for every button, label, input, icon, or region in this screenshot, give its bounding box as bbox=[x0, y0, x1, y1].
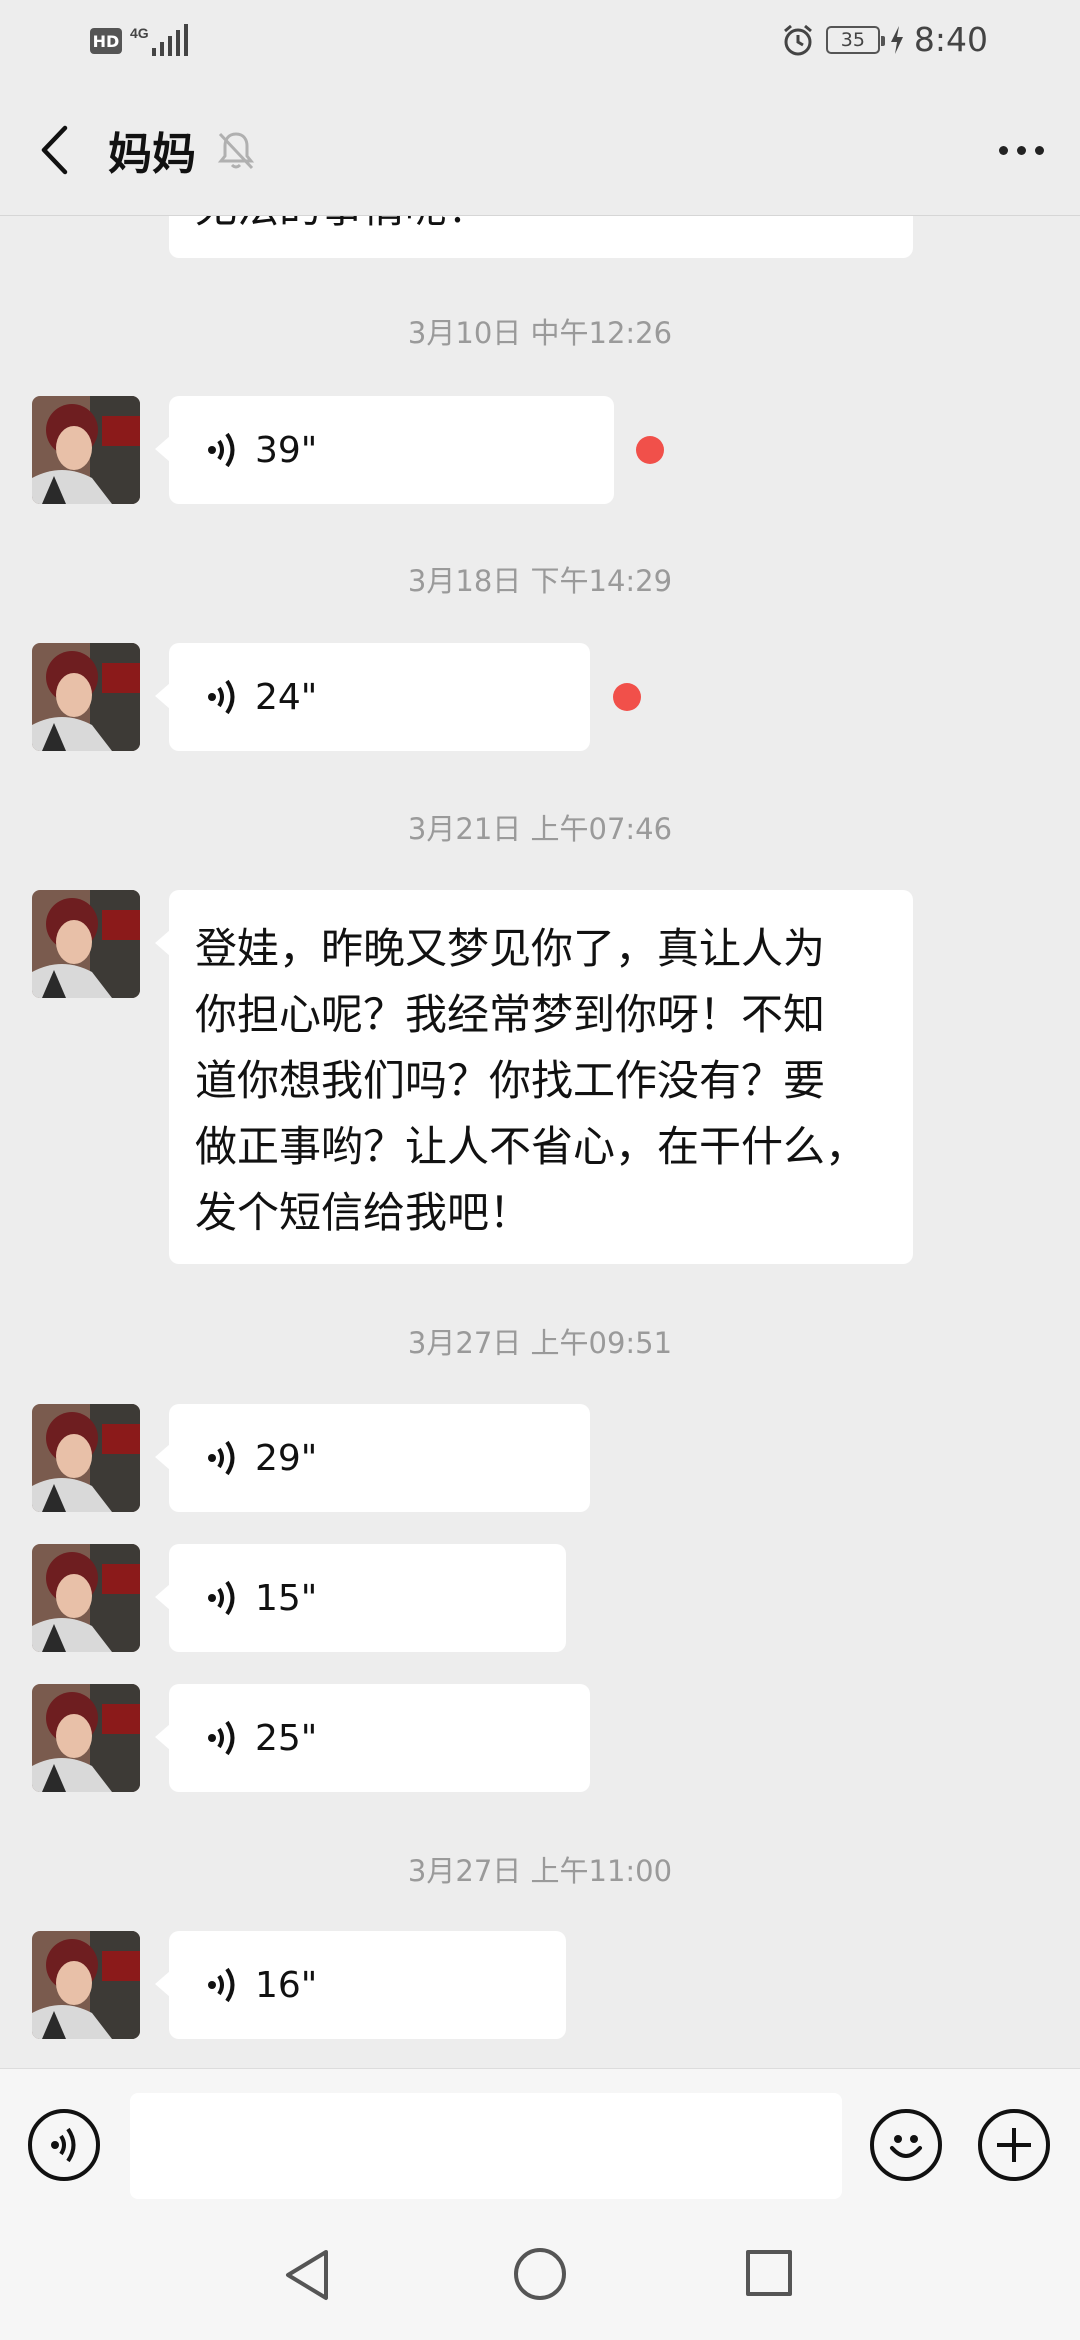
status-left: HD 4G bbox=[90, 24, 192, 58]
timestamp: 3月21日 上午07:46 bbox=[407, 812, 673, 846]
nav-recents-icon[interactable] bbox=[746, 2250, 792, 2296]
voice-message-bubble[interactable]: 15" bbox=[155, 1544, 566, 1652]
voice-message-bubble[interactable]: 39" bbox=[155, 396, 614, 504]
timestamp: 3月27日 上午09:51 bbox=[407, 1326, 673, 1360]
emoji-button[interactable] bbox=[870, 2109, 942, 2181]
avatar-photo bbox=[32, 643, 140, 751]
message-line: 发个短信给我吧！ bbox=[195, 1188, 532, 1237]
emoji-icon bbox=[890, 2135, 922, 2158]
voice-duration: 29" bbox=[255, 1437, 318, 1479]
voice-duration: 15" bbox=[255, 1577, 318, 1619]
more-options-button[interactable] bbox=[986, 124, 1056, 176]
system-nav-bar bbox=[0, 2204, 1080, 2340]
avatar-photo bbox=[32, 1931, 140, 2039]
voice-duration: 39" bbox=[255, 429, 318, 471]
voice-wave-icon bbox=[208, 1720, 235, 1756]
chat-header: 妈妈 bbox=[0, 84, 1080, 216]
avatar[interactable] bbox=[32, 1404, 140, 1512]
voice-duration: 24" bbox=[255, 676, 318, 718]
clock-time: 8:40 bbox=[913, 20, 988, 59]
avatar-photo bbox=[32, 1544, 140, 1652]
message-input[interactable] bbox=[130, 2093, 842, 2199]
message-line: 道你想我们吗？你找工作没有？要 bbox=[195, 1056, 826, 1105]
page-title: 妈妈 bbox=[108, 129, 196, 180]
voice-wave-icon bbox=[208, 1967, 235, 2003]
voice-wave-icon bbox=[208, 432, 235, 468]
voice-message-bubble[interactable]: 24" bbox=[155, 643, 590, 751]
unread-dot bbox=[636, 436, 664, 464]
chevron-left-icon bbox=[41, 125, 68, 175]
more-functions-button[interactable] bbox=[978, 2109, 1050, 2181]
timestamp: 3月27日 上午11:00 bbox=[407, 1854, 673, 1888]
message-list[interactable]: 无法的事情呢！ 3月10日 中午12:26 39" 3月18日 下午14:29 bbox=[0, 216, 1080, 2068]
avatar-photo bbox=[32, 396, 140, 504]
unread-dot bbox=[613, 683, 641, 711]
voice-wave-icon bbox=[208, 679, 235, 715]
more-dot-icon bbox=[1034, 145, 1044, 155]
message-line: 你担心呢？我经常梦到你呀！不知 bbox=[195, 990, 826, 1039]
avatar[interactable] bbox=[32, 1544, 140, 1652]
alarm-icon bbox=[783, 24, 812, 55]
avatar-photo bbox=[32, 1404, 140, 1512]
avatar[interactable] bbox=[32, 396, 140, 504]
avatar[interactable] bbox=[32, 1684, 140, 1792]
voice-toggle-icon bbox=[51, 2127, 76, 2163]
network-type-label: 4G bbox=[130, 25, 149, 41]
voice-toggle-button[interactable] bbox=[28, 2109, 100, 2181]
message-line: 做正事哟？让人不省心，在干什么， bbox=[195, 1122, 868, 1171]
message-line: 登娃，昨晚又梦见你了，真让人为 bbox=[195, 924, 826, 973]
message-text: 无法的事情呢！ bbox=[195, 216, 489, 235]
voice-duration: 16" bbox=[255, 1964, 318, 2006]
input-bar bbox=[0, 2068, 1080, 2204]
plus-icon bbox=[997, 2128, 1031, 2162]
voice-message-bubble[interactable]: 25" bbox=[155, 1684, 590, 1792]
message-bubble-partial[interactable]: 无法的事情呢！ bbox=[169, 216, 913, 258]
voice-message-bubble[interactable]: 29" bbox=[155, 1404, 590, 1512]
avatar[interactable] bbox=[32, 1931, 140, 2039]
voice-wave-icon bbox=[208, 1440, 235, 1476]
avatar-photo bbox=[32, 1684, 140, 1792]
avatar-photo bbox=[32, 890, 140, 998]
voice-duration: 25" bbox=[255, 1717, 318, 1759]
timestamp: 3月10日 中午12:26 bbox=[407, 316, 673, 350]
status-right: 35 8:40 bbox=[780, 20, 988, 59]
voice-wave-icon bbox=[208, 1580, 235, 1616]
more-dot-icon bbox=[1016, 145, 1026, 155]
avatar[interactable] bbox=[32, 890, 140, 998]
charging-icon bbox=[890, 25, 903, 54]
battery-icon: 35 bbox=[825, 25, 885, 54]
timestamp: 3月18日 下午14:29 bbox=[407, 564, 673, 598]
status-bar: HD 4G 35 8:40 bbox=[0, 0, 1080, 84]
mute-bell-icon bbox=[217, 132, 255, 170]
voice-message-bubble[interactable]: 16" bbox=[155, 1931, 566, 2039]
nav-home-icon[interactable] bbox=[514, 2248, 566, 2300]
back-button[interactable] bbox=[26, 120, 82, 180]
more-dot-icon bbox=[998, 145, 1008, 155]
text-message-bubble[interactable]: 登娃，昨晚又梦见你了，真让人为 你担心呢？我经常梦到你呀！不知 道你想我们吗？你… bbox=[155, 890, 913, 1264]
avatar[interactable] bbox=[32, 643, 140, 751]
signal-icon: 4G bbox=[130, 24, 188, 56]
nav-back-icon[interactable] bbox=[282, 2248, 332, 2302]
hd-badge: HD bbox=[90, 28, 122, 54]
